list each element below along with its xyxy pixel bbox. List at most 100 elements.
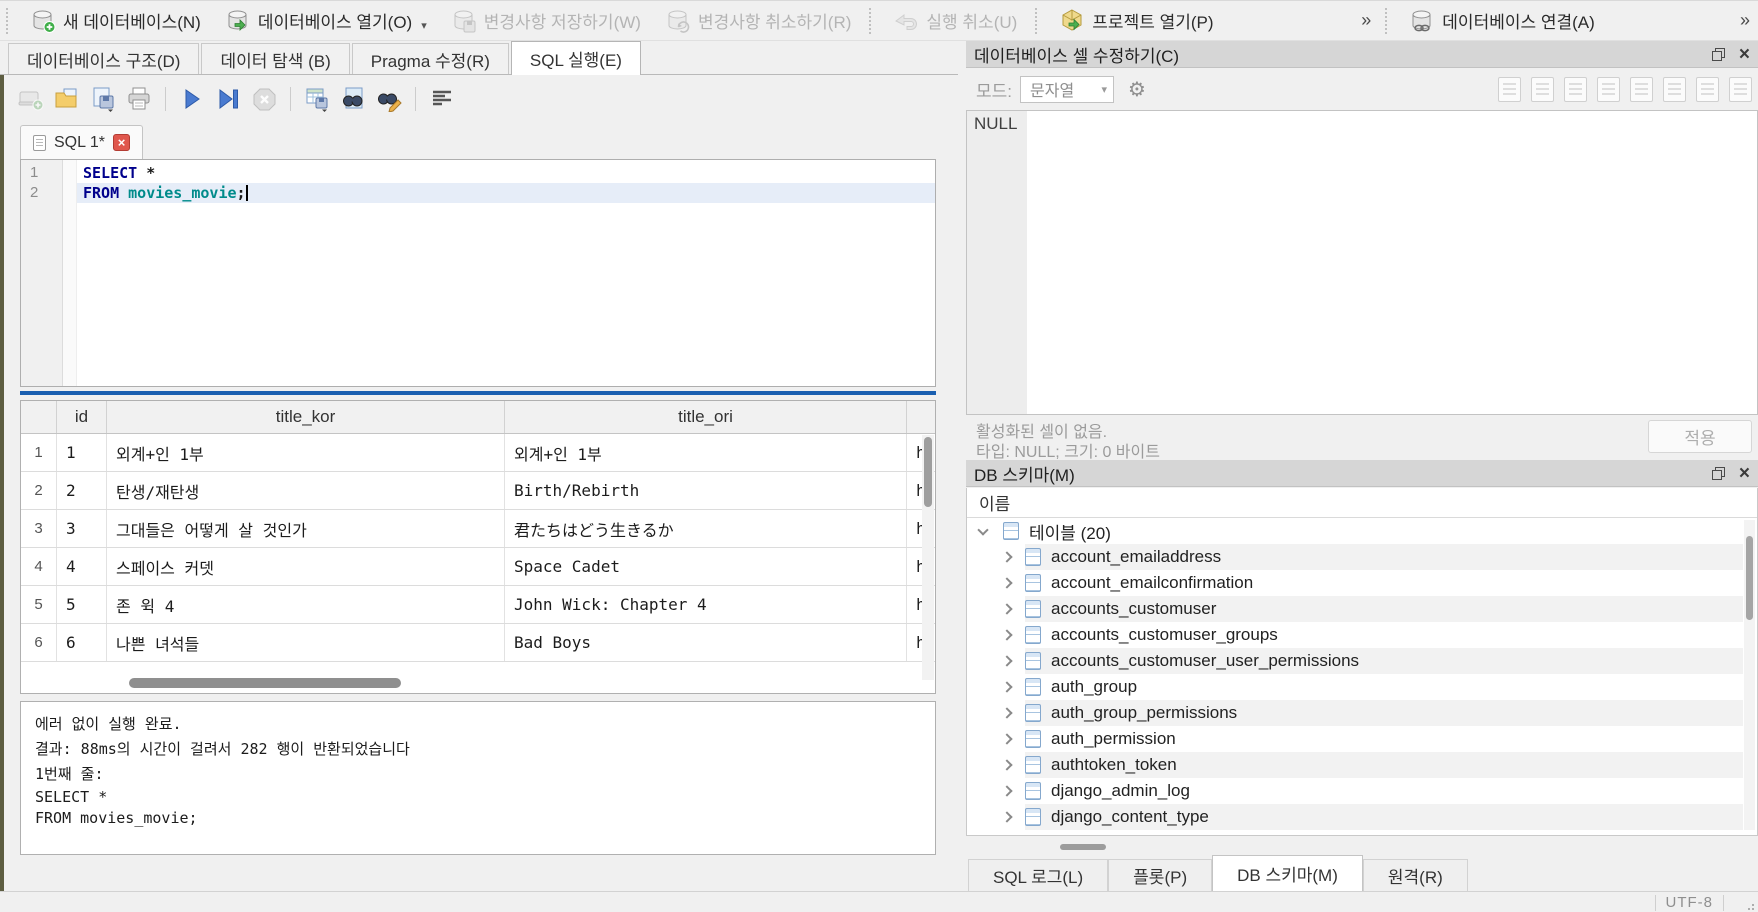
format-sql-icon[interactable] — [427, 84, 457, 114]
tab-sql-log[interactable]: SQL 로그(L) — [968, 859, 1109, 891]
tree-item-table[interactable]: account_emailaddress — [967, 544, 1757, 570]
chevron-right-icon[interactable] — [1001, 785, 1013, 797]
schema-horizontal-scrollbar-handle[interactable] — [1060, 844, 1106, 850]
gear-icon[interactable]: ⚙ — [1122, 74, 1152, 104]
toolbar-overflow-chevron[interactable]: » — [1353, 10, 1379, 31]
dock-float-icon[interactable] — [1711, 47, 1725, 61]
chevron-right-icon[interactable] — [1001, 629, 1013, 641]
table-cell[interactable]: 3 — [57, 510, 107, 547]
save-results-button[interactable] — [302, 84, 332, 114]
sql-editor-lines[interactable]: SELECT * FROM movies_movie; — [77, 160, 935, 386]
toolbar-overflow-chevron[interactable]: » — [1732, 10, 1758, 31]
save-sql-file-button[interactable] — [88, 84, 118, 114]
table-cell[interactable]: 5 — [57, 586, 107, 623]
clipped-cell[interactable]: h — [907, 472, 923, 509]
new-database-button[interactable]: 새 데이터베이스(N) — [18, 4, 213, 38]
column-header-title-kor[interactable]: title_kor — [107, 401, 505, 433]
clipped-cell[interactable]: h — [907, 434, 923, 471]
table-cell[interactable]: Space Cadet — [505, 548, 907, 585]
chevron-right-icon[interactable] — [1001, 681, 1013, 693]
mode-select[interactable]: 문자열 ▾ — [1020, 75, 1115, 103]
dock-close-icon[interactable]: × — [1739, 45, 1750, 64]
close-sql-tab-icon[interactable]: × — [113, 134, 130, 151]
table-row[interactable]: 44 스페이스 커뎃 Space Cadet h — [21, 548, 935, 586]
tab-edit-pragmas[interactable]: Pragma 수정(R) — [351, 43, 509, 74]
tab-database-structure[interactable]: 데이터베이스 구조(D) — [8, 43, 200, 74]
resize-grip[interactable] — [1742, 898, 1756, 912]
schema-vertical-scrollbar-handle[interactable] — [1746, 536, 1753, 620]
table-cell[interactable]: 외계+인 1부 — [505, 434, 907, 471]
import-text-icon[interactable] — [1498, 76, 1521, 102]
find-replace-button[interactable] — [374, 84, 404, 114]
execute-sql-button[interactable] — [177, 84, 207, 114]
apply-button[interactable]: 적용 — [1648, 420, 1752, 453]
results-vertical-scrollbar-handle[interactable] — [924, 437, 932, 507]
table-row[interactable]: 66 나쁜 녀석들 Bad Boys h — [21, 624, 935, 662]
schema-vertical-scrollbar[interactable] — [1744, 520, 1755, 830]
execute-current-line-button[interactable] — [213, 84, 243, 114]
tab-execute-sql[interactable]: SQL 실행(E) — [510, 41, 641, 75]
table-row[interactable]: 11 외계+인 1부 외계+인 1부 h — [21, 434, 935, 472]
tab-plot[interactable]: 플롯(P) — [1108, 859, 1213, 891]
results-horizontal-scrollbar-handle[interactable] — [129, 678, 401, 688]
results-vertical-scrollbar[interactable] — [922, 435, 934, 680]
tab-browse-data[interactable]: 데이터 탐색 (B) — [201, 43, 350, 74]
tree-item-table[interactable]: accounts_customuser_user_permissions — [967, 648, 1757, 674]
row-number-cell[interactable]: 3 — [21, 510, 57, 547]
row-number-cell[interactable]: 4 — [21, 548, 57, 585]
open-database-dropdown-caret[interactable]: ▾ — [421, 19, 427, 32]
print-button[interactable] — [124, 84, 154, 114]
word-wrap-icon[interactable] — [1531, 76, 1554, 102]
execution-log[interactable]: 에러 없이 실행 완료. 결과: 88ms의 시간이 걸려서 282 행이 반환되… — [20, 701, 936, 855]
open-database-button[interactable]: 데이터베이스 열기(O) ▾ — [213, 4, 439, 38]
tree-item-table[interactable]: authtoken_token — [967, 752, 1757, 778]
row-number-cell[interactable]: 1 — [21, 434, 57, 471]
table-cell[interactable]: 존 윅 4 — [107, 586, 505, 623]
tree-item-table[interactable]: account_emailconfirmation — [967, 570, 1757, 596]
table-cell[interactable]: 나쁜 녀석들 — [107, 624, 505, 661]
table-cell[interactable]: John Wick: Chapter 4 — [505, 586, 907, 623]
set-null-icon[interactable] — [1696, 76, 1719, 102]
row-number-cell[interactable]: 5 — [21, 586, 57, 623]
tree-item-tables-root[interactable]: 테이블 (20) — [967, 518, 1757, 544]
clipped-cell[interactable]: h — [907, 624, 923, 661]
sql-editor[interactable]: 12 SELECT * FROM movies_movie; — [20, 159, 936, 387]
dock-float-icon[interactable] — [1711, 466, 1725, 480]
table-cell[interactable]: 4 — [57, 548, 107, 585]
table-cell[interactable]: 君たちはどう生きるか — [505, 510, 907, 547]
tab-remote[interactable]: 원격(R) — [1362, 859, 1468, 891]
table-cell[interactable]: 스페이스 커뎃 — [107, 548, 505, 585]
column-header-clipped[interactable] — [907, 401, 923, 433]
chevron-right-icon[interactable] — [1001, 577, 1013, 589]
chevron-right-icon[interactable] — [1001, 655, 1013, 667]
open-project-button[interactable]: 프로젝트 열기(P) — [1047, 4, 1225, 38]
tree-item-table[interactable]: auth_group_permissions — [967, 700, 1757, 726]
cell-editor-area[interactable]: NULL — [966, 110, 1758, 415]
new-sql-tab-button[interactable] — [16, 84, 46, 114]
code-line[interactable]: SELECT * — [77, 163, 935, 183]
chevron-right-icon[interactable] — [1001, 603, 1013, 615]
column-header-id[interactable]: id — [57, 401, 107, 433]
tree-item-table[interactable]: django_content_type — [967, 804, 1757, 830]
clipped-cell[interactable]: h — [907, 586, 923, 623]
tree-item-table[interactable]: django_admin_log — [967, 778, 1757, 804]
clipped-cell[interactable]: h — [907, 548, 923, 585]
stop-execution-button[interactable] — [249, 84, 279, 114]
chevron-right-icon[interactable] — [1001, 707, 1013, 719]
chevron-down-icon[interactable] — [977, 523, 989, 536]
tree-item-table[interactable]: accounts_customuser — [967, 596, 1757, 622]
chevron-right-icon[interactable] — [1001, 733, 1013, 745]
save-as-icon[interactable] — [1597, 76, 1620, 102]
code-line[interactable]: FROM movies_movie; — [77, 183, 935, 203]
editor-results-splitter[interactable] — [20, 391, 936, 395]
row-number-cell[interactable]: 6 — [21, 624, 57, 661]
table-cell[interactable]: Birth/Rebirth — [505, 472, 907, 509]
results-corner-header[interactable] — [21, 401, 57, 433]
copy-link-icon[interactable] — [1663, 76, 1686, 102]
table-row[interactable]: 22 탄생/재탄생 Birth/Rebirth h — [21, 472, 935, 510]
tree-item-table[interactable]: auth_group — [967, 674, 1757, 700]
encoding-indicator[interactable]: UTF-8 — [1666, 894, 1714, 911]
table-cell[interactable]: Bad Boys — [505, 624, 907, 661]
attach-database-button[interactable]: 데이터베이스 연결(A) — [1397, 4, 1607, 38]
tree-item-table[interactable]: accounts_customuser_groups — [967, 622, 1757, 648]
